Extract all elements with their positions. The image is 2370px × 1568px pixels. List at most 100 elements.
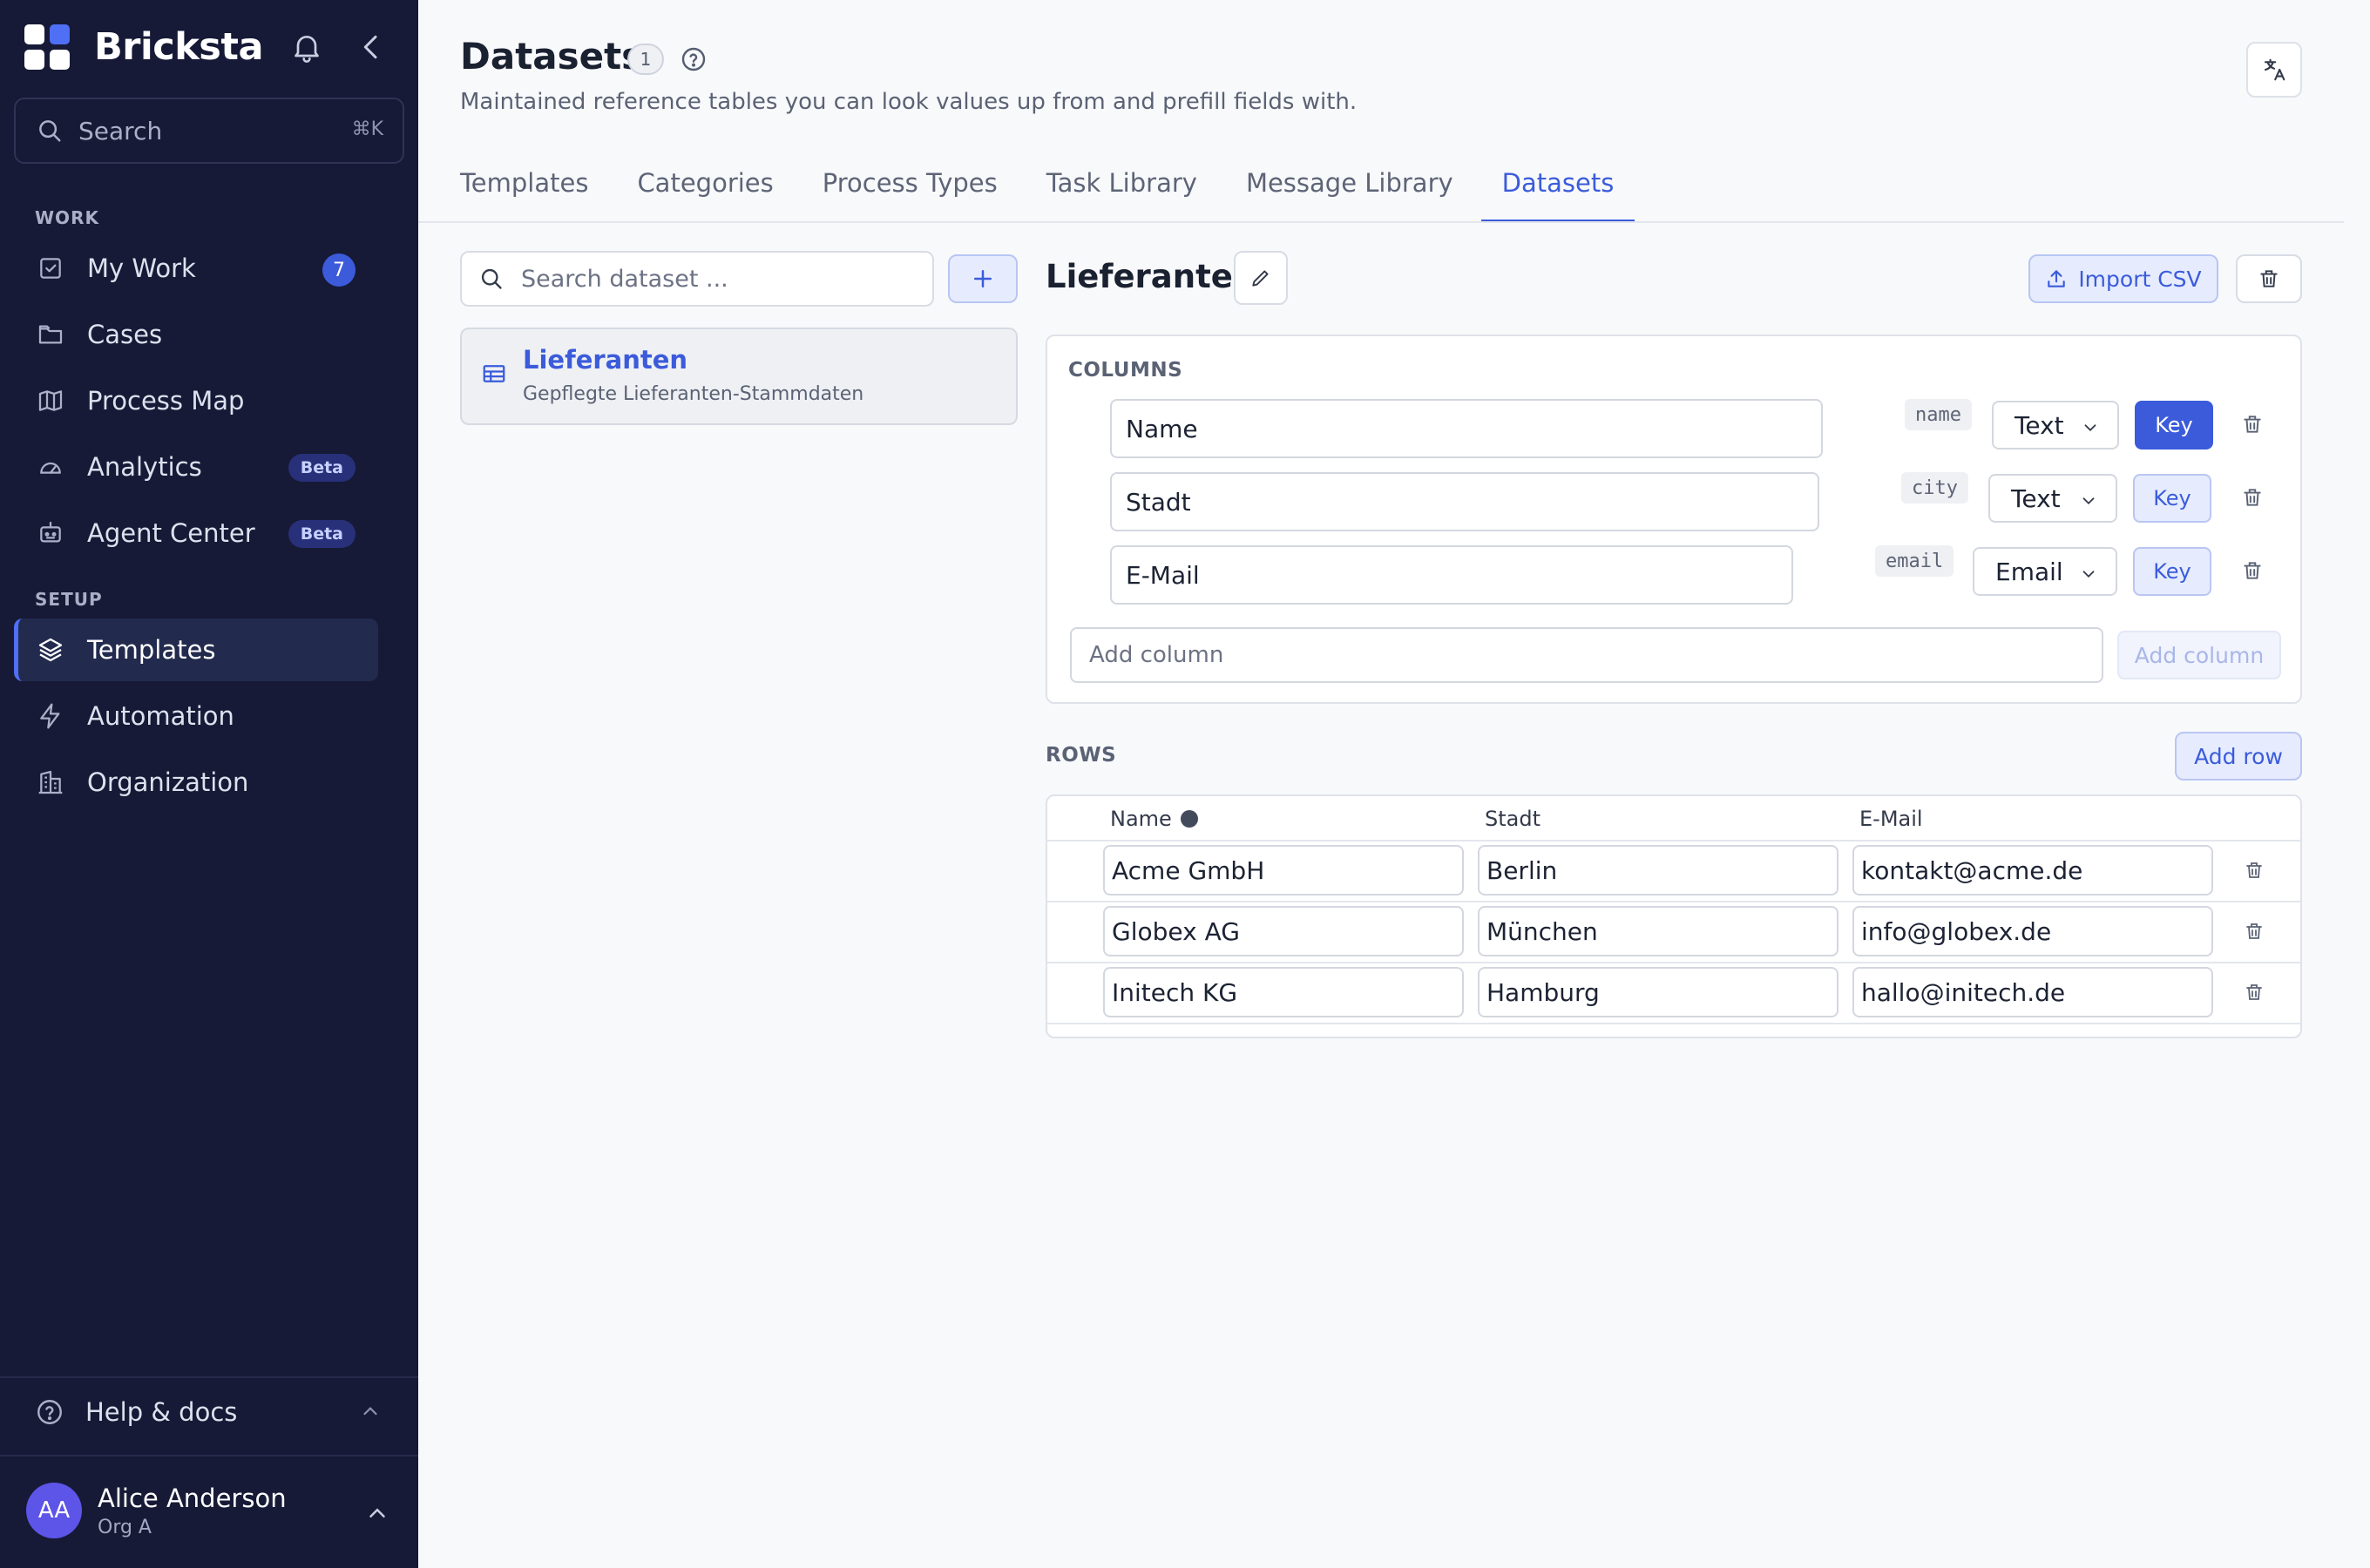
key-toggle-button[interactable]: Key — [2133, 474, 2211, 523]
dataset-search-placeholder: Search dataset ... — [521, 265, 728, 293]
sidebar-search-label: Search — [78, 116, 163, 145]
sidebar-item-analytics[interactable]: Analytics Beta — [14, 436, 378, 498]
chevron-down-icon — [2082, 571, 2095, 578]
sidebar-item-my-work[interactable]: My Work 7 — [14, 237, 378, 300]
edit-dataset-button[interactable] — [1234, 251, 1288, 305]
column-header-email: E-Mail — [1859, 807, 1923, 831]
help-circle-icon[interactable] — [680, 45, 708, 77]
column-header-stadt: Stadt — [1485, 807, 1540, 831]
trash-icon[interactable] — [2239, 558, 2265, 584]
sidebar-item-cases[interactable]: Cases — [14, 303, 378, 366]
rows-label: ROWS — [1046, 744, 1117, 767]
sidebar-item-process-map[interactable]: Process Map — [14, 369, 378, 432]
tab-categories[interactable]: Categories — [637, 164, 773, 223]
column-key-tag: city — [1901, 472, 1968, 504]
key-toggle-button[interactable]: Key — [2133, 547, 2211, 596]
sidebar-search[interactable]: Search ⌘K — [14, 98, 404, 164]
chevron-down-icon — [2084, 424, 2096, 432]
dataset-search-input[interactable]: Search dataset ... — [460, 251, 934, 307]
user-profile[interactable]: AA Alice Anderson Org A — [26, 1483, 287, 1538]
beta-badge: Beta — [288, 520, 356, 548]
sidebar-item-templates[interactable]: Templates — [14, 618, 378, 681]
sidebar-item-label: My Work — [87, 253, 196, 283]
tab-task-library[interactable]: Task Library — [1046, 164, 1197, 223]
tab-process-types[interactable]: Process Types — [823, 164, 998, 223]
sidebar-item-label: Organization — [87, 767, 249, 797]
column-type-value: Email — [1995, 557, 2063, 586]
column-type-select[interactable]: Email — [1973, 547, 2117, 596]
translate-button[interactable] — [2246, 42, 2302, 98]
trash-icon[interactable] — [2241, 979, 2267, 1005]
cell-stadt[interactable]: München — [1478, 906, 1838, 956]
dataset-title: Lieferanten — [1046, 258, 1256, 295]
sidebar-item-agent-center[interactable]: Agent Center Beta — [14, 502, 378, 564]
sidebar-item-label: Agent Center — [87, 518, 255, 548]
cell-name[interactable]: Acme GmbH — [1103, 845, 1464, 896]
sidebar-item-label: Analytics — [87, 452, 202, 482]
avatar: AA — [26, 1483, 82, 1538]
delete-dataset-button[interactable] — [2236, 254, 2302, 303]
columns-card: COLUMNS Name name Text Key Stadt city Te… — [1046, 335, 2302, 704]
add-row-button[interactable]: Add row — [2175, 732, 2302, 781]
tab-templates[interactable]: Templates — [460, 164, 588, 223]
tab-message-library[interactable]: Message Library — [1246, 164, 1453, 223]
chevron-down-icon — [2082, 497, 2095, 505]
cell-stadt[interactable]: Hamburg — [1478, 967, 1838, 1017]
user-name: Alice Anderson — [98, 1483, 287, 1513]
cell-stadt[interactable]: Berlin — [1478, 845, 1838, 896]
sidebar-item-automation[interactable]: Automation — [14, 685, 378, 747]
beta-badge: Beta — [288, 454, 356, 482]
sidebar-item-organization[interactable]: Organization — [14, 751, 378, 814]
gauge-icon — [35, 451, 66, 483]
key-toggle-button[interactable]: Key — [2135, 401, 2213, 449]
checkbox-icon — [35, 253, 66, 284]
plus-icon — [974, 270, 992, 287]
trash-icon[interactable] — [2241, 918, 2267, 944]
upload-icon — [2048, 270, 2066, 287]
search-icon — [39, 120, 61, 142]
column-type-value: Text — [2014, 410, 2064, 440]
row-divider — [1047, 962, 2300, 963]
column-type-select[interactable]: Text — [1992, 401, 2119, 449]
collapse-sidebar-icon[interactable] — [354, 30, 389, 64]
column-name-input[interactable]: Name — [1110, 399, 1823, 458]
tabs-divider — [418, 221, 2344, 223]
import-csv-button[interactable]: Import CSV — [2028, 254, 2218, 303]
column-type-select[interactable]: Text — [1988, 474, 2117, 523]
dataset-name: Lieferanten — [523, 345, 688, 375]
chevron-up-icon[interactable] — [359, 1401, 382, 1427]
pencil-icon — [1252, 270, 1269, 287]
columns-label: COLUMNS — [1068, 359, 1183, 382]
trash-icon[interactable] — [2239, 484, 2265, 510]
column-name-input[interactable]: Stadt — [1110, 472, 1819, 531]
cell-email[interactable]: kontakt@acme.de — [1852, 845, 2213, 896]
add-column-input[interactable]: Add column — [1070, 627, 2103, 683]
page-title: Datasets — [460, 35, 644, 78]
add-dataset-button[interactable] — [948, 254, 1018, 303]
user-org: Org A — [98, 1516, 152, 1538]
trash-icon[interactable] — [2241, 857, 2267, 883]
sidebar: Bricksta Search ⌘K WORK My Work 7 Cases … — [0, 0, 418, 1568]
folder-icon — [35, 319, 66, 350]
sidebar-item-label: Automation — [87, 701, 234, 731]
search-shortcut: ⌘K — [351, 118, 383, 140]
chevron-up-icon[interactable] — [364, 1500, 390, 1530]
brand[interactable]: Bricksta — [24, 23, 263, 71]
translate-icon — [2264, 58, 2285, 81]
dataset-list-item[interactable]: Lieferanten Gepflegte Lieferanten-Stammd… — [460, 328, 1018, 425]
cell-email[interactable]: info@globex.de — [1852, 906, 2213, 956]
add-column-button[interactable]: Add column — [2117, 631, 2281, 679]
cell-name[interactable]: Globex AG — [1103, 906, 1464, 956]
sidebar-divider — [0, 1376, 418, 1378]
column-name-input[interactable]: E-Mail — [1110, 545, 1793, 605]
tab-datasets[interactable]: Datasets — [1480, 164, 1635, 223]
cell-email[interactable]: hallo@initech.de — [1852, 967, 2213, 1017]
trash-icon — [2260, 270, 2278, 287]
trash-icon[interactable] — [2239, 411, 2265, 437]
dataset-count-badge: 1 — [627, 44, 664, 75]
cell-name[interactable]: Initech KG — [1103, 967, 1464, 1017]
bell-icon[interactable] — [289, 30, 324, 64]
sidebar-item-label: Cases — [87, 320, 163, 349]
help-docs[interactable]: Help & docs — [35, 1397, 237, 1427]
row-divider — [1047, 1023, 2300, 1024]
